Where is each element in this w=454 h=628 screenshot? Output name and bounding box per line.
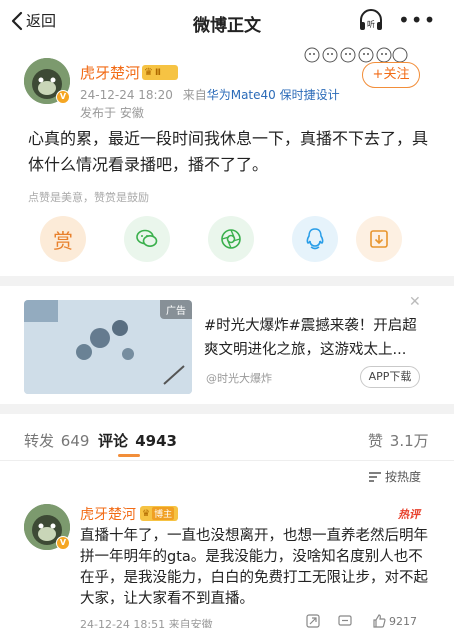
- moments-icon: [221, 229, 241, 249]
- active-tab-indicator: [118, 454, 140, 457]
- top-nav-bar: 返回 微博正文 听 •••: [0, 0, 454, 44]
- section-divider: [0, 404, 454, 414]
- more-options-icon[interactable]: •••: [398, 8, 436, 32]
- post-text: 心真的累，最近一段时间我休息一下，真播不下去了，具体什么情况看录播吧，播不了了。: [28, 129, 429, 174]
- reward-button[interactable]: 赏: [40, 216, 86, 262]
- tab-repost[interactable]: 转发 649: [24, 430, 89, 451]
- wechat-share-button[interactable]: [124, 216, 170, 262]
- comment-reply-icon[interactable]: [338, 614, 352, 628]
- qq-share-button[interactable]: [292, 216, 338, 262]
- source-device-link[interactable]: 华为Mate40 保时捷设计: [207, 88, 340, 102]
- post-author-name[interactable]: 虎牙楚河: [80, 62, 140, 83]
- comment-like-button[interactable]: 9217: [372, 614, 417, 628]
- post-card: V 虎牙楚河 ♛ Ⅱ +关注 24-12-24 18:20 来自华为Mate40…: [0, 44, 454, 276]
- crown-icon: ♛: [142, 508, 151, 519]
- tab-like[interactable]: 赞 3.1万: [368, 430, 429, 451]
- wechat-icon: [136, 229, 158, 247]
- ad-image[interactable]: 广告: [24, 300, 192, 394]
- ad-tag: 广告: [160, 300, 192, 319]
- page-title: 微博正文: [193, 16, 261, 36]
- moments-share-button[interactable]: [208, 216, 254, 262]
- comment-text: 直播十年了，一直也没想离开，也想一直养老然后明年拼一年明年的gta。是我没能力，…: [80, 528, 428, 607]
- ad-sponsor[interactable]: @时光大爆炸: [206, 370, 272, 386]
- source-prefix: 来自: [182, 88, 207, 102]
- post-meta: 24-12-24 18:20 来自华为Mate40 保时捷设计: [80, 86, 340, 103]
- svg-text:听: 听: [367, 20, 375, 29]
- follow-button[interactable]: +关注: [362, 62, 420, 88]
- verified-badge-icon: V: [56, 90, 70, 104]
- post-time: 24-12-24 18:20: [80, 88, 173, 102]
- tab-comment[interactable]: 评论 4943: [98, 430, 177, 451]
- tabs-divider: [0, 460, 454, 461]
- comment-author-name[interactable]: 虎牙楚河: [80, 504, 136, 524]
- ad-text[interactable]: #时光大爆炸#震撼来袭！开启超爽文明进化之旅，这游戏太上...: [204, 314, 430, 362]
- share-row: 赏: [40, 216, 420, 264]
- section-divider: [0, 276, 454, 286]
- app-download-button[interactable]: APP下载: [360, 366, 420, 388]
- qq-icon: [306, 228, 324, 250]
- sort-icon: [369, 471, 381, 482]
- reward-hint: 点赞是美意，赞赏是鼓励: [28, 191, 149, 204]
- interaction-tabs: 转发 649 评论 4943 赞 3.1万: [0, 414, 454, 464]
- verified-badge-icon: V: [56, 536, 70, 550]
- sort-toggle[interactable]: 按热度: [368, 468, 421, 485]
- fan-medal-badge: ♛ Ⅱ: [142, 65, 178, 80]
- post-location: 发布于 安徽: [80, 106, 144, 120]
- hot-comment-tag: 热评: [398, 508, 420, 521]
- image-save-icon: [370, 230, 388, 248]
- save-image-button[interactable]: [356, 216, 402, 262]
- comment-share-icon[interactable]: [306, 614, 320, 628]
- author-medal-badge: ♛ 博主: [140, 506, 178, 521]
- comment-meta: 24-12-24 18:51 来自安徽: [80, 618, 213, 628]
- comment-item: V 虎牙楚河 ♛ 博主 热评 直播十年了，一直也没想离开，也想一直养老然后明年拼…: [0, 498, 454, 628]
- close-icon[interactable]: ✕: [409, 294, 421, 310]
- crown-icon: ♛: [144, 67, 153, 78]
- listen-icon[interactable]: 听: [358, 9, 384, 37]
- thumbs-up-icon: [373, 614, 386, 628]
- ad-card[interactable]: 广告 ✕ #时光大爆炸#震撼来袭！开启超爽文明进化之旅，这游戏太上... @时光…: [0, 286, 454, 404]
